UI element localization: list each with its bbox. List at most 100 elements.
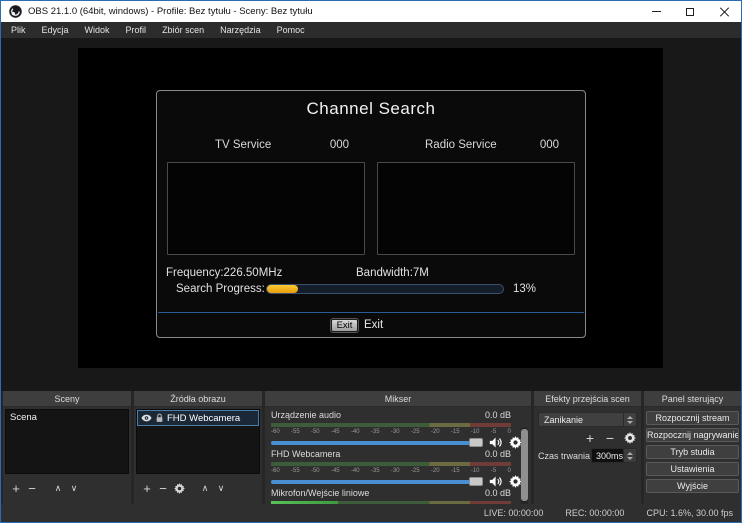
studio-mode-button[interactable]: Tryb studia [646, 445, 739, 459]
transition-selected-value: Zanikanie [544, 415, 583, 425]
menu-item-profil[interactable]: Profil [118, 22, 155, 38]
add-scene-button[interactable]: + [9, 480, 23, 496]
menu-item-pomoc[interactable]: Pomoc [269, 22, 313, 38]
menu-item-plik[interactable]: Plik [3, 22, 34, 38]
tv-service-count: 000 [330, 139, 349, 151]
add-transition-button[interactable]: + [583, 430, 597, 446]
mixer-channel-microphone: Mikrofon/Wejście liniowe 0.0 dB [271, 488, 511, 504]
meter-scale-tick: -30 [391, 467, 400, 475]
source-list[interactable]: FHD Webcamera [136, 409, 260, 474]
mute-speaker-icon[interactable] [489, 475, 503, 488]
rec-time: REC: 00:00:00 [565, 508, 624, 518]
volume-slider-track [271, 480, 483, 484]
move-scene-down-button[interactable]: ∨ [67, 480, 81, 496]
volume-meter [271, 423, 511, 427]
remove-source-button[interactable]: − [156, 480, 170, 496]
move-source-down-button[interactable]: ∨ [214, 480, 228, 496]
volume-slider-handle[interactable] [469, 477, 483, 486]
window-titlebar: OBS 21.1.0 (64bit, windows) - Profile: B… [1, 1, 741, 22]
source-properties-gear-icon[interactable] [172, 480, 186, 496]
move-source-up-button[interactable]: ∧ [198, 480, 212, 496]
transition-select[interactable]: Zanikanie [538, 412, 637, 427]
mixer-scrollbar-thumb[interactable] [521, 429, 528, 501]
remove-transition-button[interactable]: − [603, 430, 617, 446]
dock-controls: Panel sterujący Rozpocznij stream Rozpoc… [644, 391, 741, 504]
dock-header-sources[interactable]: Źródła obrazu [134, 391, 262, 407]
meter-scale-tick: -40 [351, 467, 360, 475]
meter-scale-tick: 0 [507, 467, 510, 475]
frequency-row: Frequency:226.50MHz Bandwidth:7M [157, 267, 585, 281]
tv-service-list[interactable] [167, 162, 365, 255]
volume-slider-track [271, 441, 483, 445]
chevron-up-icon [627, 452, 633, 455]
settings-button[interactable]: Ustawienia [646, 462, 739, 476]
channel-volume-db: 0.0 dB [485, 488, 511, 498]
chevron-down-icon [627, 421, 633, 424]
menu-item-edycja[interactable]: Edycja [34, 22, 77, 38]
visibility-eye-icon[interactable] [141, 414, 152, 422]
remove-scene-button[interactable]: − [25, 480, 39, 496]
channel-volume-db: 0.0 dB [485, 410, 511, 420]
exit-button[interactable]: Exit [331, 319, 358, 332]
volume-meter [271, 462, 511, 466]
scene-list[interactable]: Scena [5, 409, 129, 474]
obs-window: OBS 21.1.0 (64bit, windows) - Profile: B… [0, 0, 742, 523]
meter-scale-tick: -35 [371, 467, 380, 475]
start-recording-button[interactable]: Rozpocznij nagrywanie [646, 428, 739, 442]
menu-bar: Plik Edycja Widok Profil Zbiór scen Narz… [1, 22, 741, 38]
meter-scale-tick: -50 [311, 428, 320, 436]
scene-item[interactable]: Scena [6, 410, 128, 425]
maximize-button[interactable] [673, 1, 707, 22]
source-label: FHD Webcamera [167, 413, 240, 424]
dock-header-mixer[interactable]: Mikser [265, 391, 531, 407]
dock-header-transitions[interactable]: Efekty przejścia scen [534, 391, 641, 407]
search-progress-row: Search Progress: 13% [157, 282, 585, 296]
volume-slider-handle[interactable] [469, 438, 483, 447]
duration-spinbox[interactable]: 300ms [591, 448, 637, 463]
transition-properties-gear-icon[interactable] [623, 430, 637, 446]
bandwidth-value: 7M [413, 267, 429, 279]
volume-slider[interactable] [271, 437, 483, 448]
add-source-button[interactable]: + [140, 480, 154, 496]
exit-app-button[interactable]: Wyjście [646, 479, 739, 493]
channel-search-dialog: Channel Search TV Service 000 Radio Serv… [156, 90, 586, 338]
obs-logo-icon [9, 5, 22, 18]
channel-volume-db: 0.0 dB [485, 449, 511, 459]
duration-spinner[interactable] [623, 449, 636, 462]
mixer-scrollbar[interactable] [521, 427, 528, 504]
lock-icon[interactable] [155, 413, 164, 423]
exit-row: Exit Exit [157, 318, 585, 334]
dialog-separator [158, 312, 584, 313]
search-progress-bar [266, 284, 504, 294]
meter-scale-tick: -15 [451, 467, 460, 475]
duration-row: Czas trwania 300ms [538, 448, 637, 463]
dock-header-controls[interactable]: Panel sterujący [644, 391, 741, 407]
channel-name: FHD Webcamera [271, 449, 340, 459]
sources-toolbar: + − ∧ ∨ [136, 477, 260, 499]
transition-select-spinner[interactable] [623, 413, 636, 426]
mute-speaker-icon[interactable] [489, 436, 503, 449]
menu-item-zbior-scen[interactable]: Zbiór scen [154, 22, 212, 38]
dock-mixer: Mikser Urządzenie audio 0.0 dB -60-55-50… [265, 391, 531, 504]
menu-item-narzedzia[interactable]: Narzędzia [212, 22, 269, 38]
radio-service-list[interactable] [377, 162, 575, 255]
meter-scale-tick: -5 [491, 467, 496, 475]
close-button[interactable] [707, 1, 741, 22]
minimize-button[interactable] [639, 1, 673, 22]
move-scene-up-button[interactable]: ∧ [51, 480, 65, 496]
meter-scale-tick: -45 [331, 467, 340, 475]
frequency-label: Frequency: [166, 267, 224, 279]
source-item-fhd-webcamera[interactable]: FHD Webcamera [137, 410, 259, 426]
volume-slider[interactable] [271, 476, 483, 487]
dock-header-scenes[interactable]: Sceny [3, 391, 131, 407]
meter-scale-tick: 0 [507, 428, 510, 436]
meter-scale: -60-55-50-45-40-35-30-25-20-15-10-50 [271, 428, 511, 436]
meter-scale-tick: -50 [311, 467, 320, 475]
search-progress-fill [267, 285, 298, 293]
meter-scale-tick: -25 [411, 467, 420, 475]
start-streaming-button[interactable]: Rozpocznij stream [646, 411, 739, 425]
menu-item-widok[interactable]: Widok [77, 22, 118, 38]
meter-scale-tick: -55 [291, 428, 300, 436]
chevron-up-icon [627, 416, 633, 419]
channel-name: Urządzenie audio [271, 410, 341, 420]
